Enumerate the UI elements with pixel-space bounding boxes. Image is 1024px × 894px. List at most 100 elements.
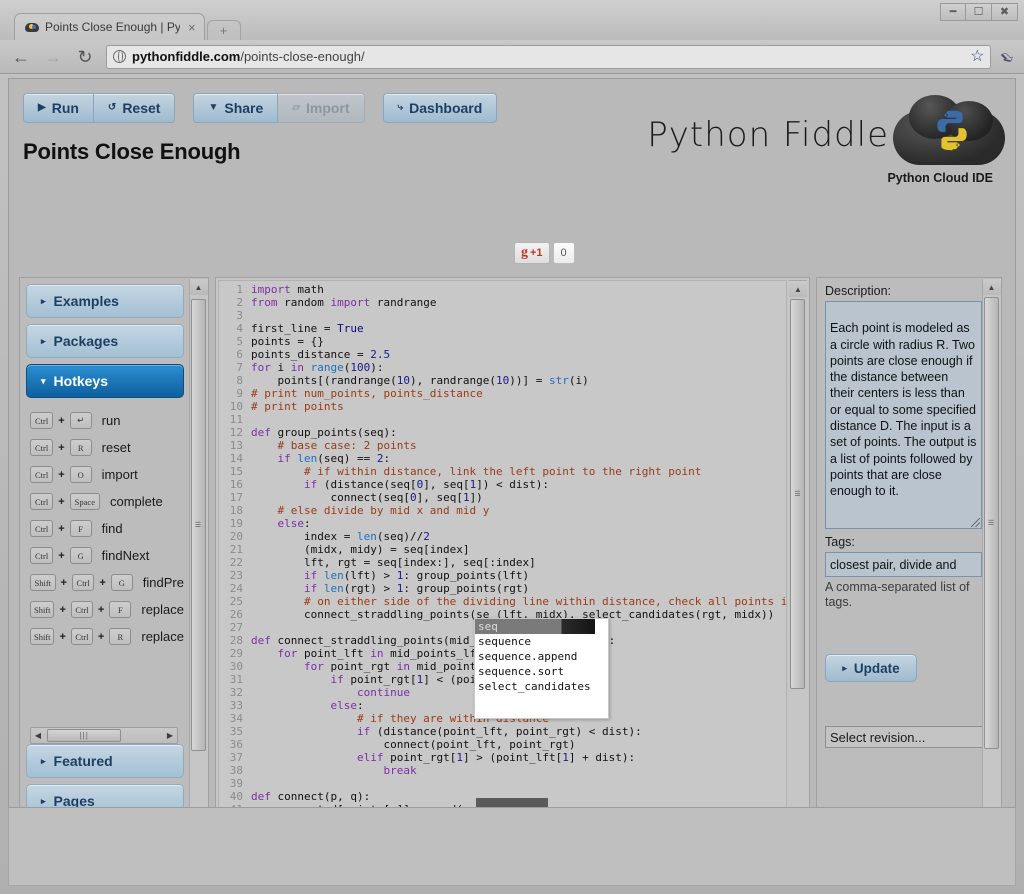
bookmark-star-icon[interactable]: ☆ xyxy=(970,48,984,65)
code-line: 12 def group_points(seq): xyxy=(219,426,786,439)
line-number: 12 xyxy=(229,426,243,439)
code-line: 23 if len(lft) > 1: group_points(lft) xyxy=(219,569,786,582)
key-cap: Ctrl xyxy=(30,493,54,510)
code-token: ]) xyxy=(469,491,483,504)
reload-icon[interactable]: ↻ xyxy=(74,48,96,66)
scroll-left-icon[interactable]: ◀ xyxy=(31,731,45,740)
revision-select[interactable]: Select revision... xyxy=(825,726,988,748)
code-editor[interactable]: 1 import math 2 from random import randrang… xyxy=(218,280,787,807)
code-token: points_distance = xyxy=(251,348,371,361)
editor-vertical-scrollbar[interactable]: ▲ ☰ ▼ xyxy=(789,280,807,807)
scroll-track[interactable]: ☰ xyxy=(982,295,1001,807)
key-cap: Ctrl xyxy=(30,520,54,537)
plus-one-button[interactable]: g +1 xyxy=(514,242,550,264)
run-button[interactable]: ▶ Run xyxy=(23,93,94,123)
scroll-thumb[interactable]: ☰ xyxy=(190,299,206,751)
browser-titlebar: Points Close Enough | Pytho × + ━ ☐ ✖ xyxy=(0,0,1024,40)
scroll-track[interactable]: ☰ xyxy=(189,295,208,807)
sidebar-item-packages[interactable]: ▸ Packages xyxy=(26,324,184,358)
sidebar-horizontal-scrollbar[interactable]: ◀ ||| ▶ xyxy=(30,727,178,744)
code-token: 1 xyxy=(462,491,470,504)
code-line: 22 lft, rgt = seq[index:], seq[:index] xyxy=(219,556,786,569)
new-tab-button[interactable]: + xyxy=(206,20,241,40)
code-token: mid_points_lft xyxy=(383,647,483,660)
address-bar[interactable]: pythonfiddle.com/points-close-enough/ ☆ xyxy=(106,44,992,69)
page-resize-grip[interactable] xyxy=(476,798,548,807)
line-number: 2 xyxy=(236,296,243,309)
code-text[interactable]: 1 import math 2 from random import randrang… xyxy=(219,283,786,807)
close-window-button[interactable]: ✖ xyxy=(992,3,1018,21)
code-token: 100 xyxy=(350,361,371,374)
code-token: import xyxy=(251,283,291,296)
sidebar-item-pages[interactable]: ▸ Pages xyxy=(26,784,184,807)
code-token: randrange xyxy=(370,296,437,309)
autocomplete-item[interactable]: sequence xyxy=(475,634,608,649)
close-tab-icon[interactable]: × xyxy=(186,21,196,34)
sidebar-item-hotkeys[interactable]: ▾ Hotkeys xyxy=(26,364,184,398)
description-textarea[interactable]: Each point is modeled as a circle with r… xyxy=(825,301,982,529)
autocomplete-item[interactable]: select_candidates xyxy=(475,679,608,694)
python-logo-icon xyxy=(937,110,967,151)
code-token: point_lft xyxy=(297,647,371,660)
code-token: if xyxy=(356,725,371,738)
chevron-right-icon: ▸ xyxy=(41,295,46,306)
forward-icon[interactable]: → xyxy=(42,48,64,66)
maximize-button[interactable]: ☐ xyxy=(966,3,992,21)
code-token: range xyxy=(310,361,344,374)
line-number: 20 xyxy=(229,530,243,543)
scroll-thumb[interactable]: ☰ xyxy=(790,299,805,689)
browser-tab[interactable]: Points Close Enough | Pytho × xyxy=(14,13,205,40)
metadata-vertical-scrollbar[interactable]: ▲ ☰ ▼ xyxy=(982,279,1001,807)
plus-sign: + xyxy=(59,603,66,616)
code-token: len xyxy=(297,452,318,465)
key-cap: G xyxy=(69,547,92,564)
scroll-up-icon[interactable]: ▲ xyxy=(982,279,1001,295)
scroll-right-icon[interactable]: ▶ xyxy=(163,731,177,740)
line-number: 11 xyxy=(229,413,243,426)
autocomplete-popup[interactable]: seq sequence sequence.append sequence.so… xyxy=(474,618,609,719)
scroll-up-icon[interactable]: ▲ xyxy=(789,281,807,297)
resize-grip-icon[interactable] xyxy=(971,518,980,527)
tags-help-text: A comma-separated list of tags. xyxy=(825,580,970,609)
autocomplete-item[interactable]: seq xyxy=(475,619,595,634)
autocomplete-item[interactable]: sequence.sort xyxy=(475,664,608,679)
share-button[interactable]: ▼ Share xyxy=(193,93,279,123)
code-line: 1 import math xyxy=(219,283,786,296)
sidebar-label-examples: Examples xyxy=(53,293,119,309)
code-token: # base case: 2 points xyxy=(251,439,417,452)
sidebar-item-examples[interactable]: ▸ Examples xyxy=(26,284,184,318)
hotkey-action: replace xyxy=(141,602,184,617)
code-token: 0 xyxy=(409,491,417,504)
update-button[interactable]: ▸ Update xyxy=(825,654,917,682)
reset-button[interactable]: ↺ Reset xyxy=(93,93,176,123)
tags-input[interactable]: closest pair, divide and xyxy=(825,552,982,577)
browser-toolbar: ← → ↻ pythonfiddle.com/points-close-enou… xyxy=(0,40,1024,74)
hotkey-action: findPre xyxy=(142,575,184,590)
dashboard-button[interactable]: ⤷ Dashboard xyxy=(382,93,498,123)
key-cap: Shift xyxy=(30,574,56,591)
scroll-track[interactable]: ||| xyxy=(45,729,163,742)
scroll-thumb[interactable]: ||| xyxy=(47,729,122,742)
code-line: 18 # else divide by mid x and mid y xyxy=(219,504,786,517)
bookmark-icon: ⤷ xyxy=(397,102,404,113)
hotkey-row: Ctrl + R reset xyxy=(30,437,184,458)
line-number: 15 xyxy=(229,465,243,478)
code-token: 10 xyxy=(396,374,410,387)
main-panels: ▸ Examples ▸ Packages ▾ Hotkeys Ctrl + ↵… xyxy=(19,277,1009,807)
autocomplete-item[interactable]: sequence.append xyxy=(475,649,608,664)
metadata-panel: Description: Each point is modeled as a … xyxy=(816,277,1002,807)
key-cap: Space xyxy=(69,493,100,510)
scroll-up-icon[interactable]: ▲ xyxy=(189,279,208,295)
sidebar-vertical-scrollbar[interactable]: ▲ ☰ ▼ xyxy=(189,279,208,807)
line-number: 16 xyxy=(229,478,243,491)
back-icon[interactable]: ← xyxy=(10,48,32,66)
minimize-button[interactable]: ━ xyxy=(940,3,966,21)
code-token: : xyxy=(304,517,311,530)
wrench-menu-icon[interactable]: ➫ xyxy=(997,46,1019,67)
sidebar-item-featured[interactable]: ▸ Featured xyxy=(26,744,184,778)
scroll-thumb[interactable]: ☰ xyxy=(983,297,999,749)
globe-icon xyxy=(113,49,126,63)
scroll-track[interactable]: ☰ xyxy=(789,297,807,807)
line-number: 29 xyxy=(229,647,243,660)
